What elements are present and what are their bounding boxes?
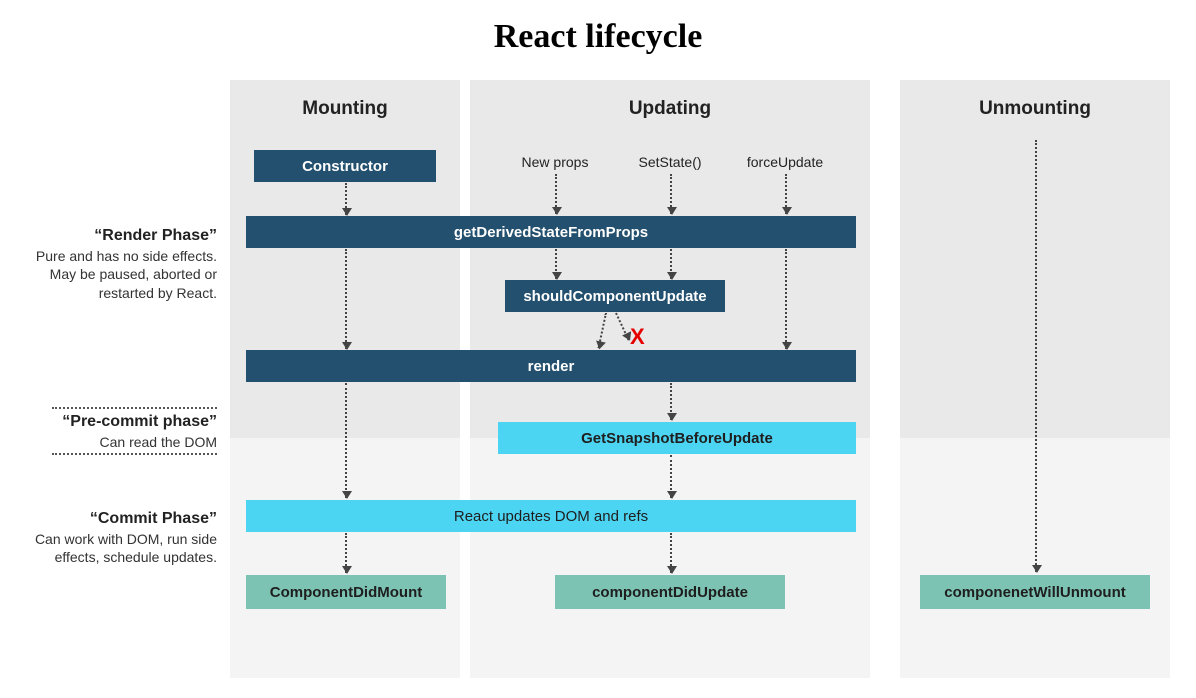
phase-label-render: “Render Phase” Pure and has no side effe… (12, 225, 217, 303)
arrow-icon (785, 249, 787, 349)
column-header-unmounting: Unmounting (900, 98, 1170, 120)
box-componentdidupdate: componentDidUpdate (555, 575, 785, 609)
box-render: render (246, 350, 856, 382)
box-componentwillunmount: componenetWillUnmount (920, 575, 1150, 609)
trigger-forceupdate: forceUpdate (735, 154, 835, 170)
arrow-icon (345, 183, 347, 215)
arrow-icon (345, 249, 347, 349)
phase-label-precommit: “Pre-commit phase” Can read the DOM (12, 405, 217, 457)
arrow-icon (670, 174, 672, 214)
box-getderivedstatefromprops: getDerivedStateFromProps (246, 216, 856, 248)
column-header-mounting: Mounting (230, 98, 460, 120)
box-shouldcomponentupdate: shouldComponentUpdate (505, 280, 725, 312)
trigger-new-props: New props (510, 154, 600, 170)
arrow-icon (670, 383, 672, 420)
arrow-icon (1035, 140, 1037, 572)
arrow-icon (345, 383, 347, 498)
box-getsnapshotbeforeupdate: GetSnapshotBeforeUpdate (498, 422, 856, 454)
arrow-icon (670, 249, 672, 279)
arrow-icon (555, 249, 557, 279)
column-header-updating: Updating (470, 98, 870, 120)
arrow-icon (670, 533, 672, 573)
diagram-canvas: Mounting Updating Unmounting “Render Pha… (0, 80, 1196, 698)
trigger-setstate: SetState() (625, 154, 715, 170)
arrow-icon (670, 455, 672, 498)
box-componentdidmount: ComponentDidMount (246, 575, 446, 609)
box-constructor: Constructor (254, 150, 436, 182)
arrow-icon (345, 533, 347, 573)
phase-label-commit: “Commit Phase” Can work with DOM, run si… (12, 508, 217, 567)
arrow-icon (785, 174, 787, 214)
box-react-updates-dom: React updates DOM and refs (246, 500, 856, 532)
arrow-icon (555, 174, 557, 214)
diagram-title: React lifecycle (0, 0, 1196, 70)
